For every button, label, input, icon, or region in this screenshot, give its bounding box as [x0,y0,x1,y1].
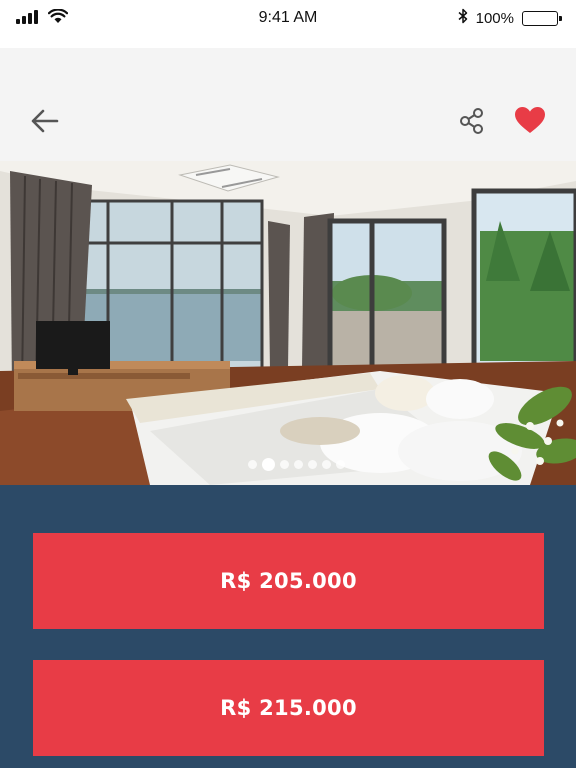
share-button[interactable] [456,104,488,138]
top-nav [0,48,576,161]
gallery-dot-1[interactable] [247,460,257,469]
status-right: 100% [458,8,562,28]
bluetooth-icon [458,8,468,28]
battery-icon [522,10,562,26]
favorite-button[interactable] [512,103,548,137]
gallery-dot-5[interactable] [307,460,317,469]
price-section: R$ 205.000 R$ 215.000 [0,485,576,768]
back-button[interactable] [28,104,62,138]
property-photo-gallery[interactable] [0,161,576,485]
status-bar: 9:41 AM 100% [0,0,576,48]
gallery-dot-2-active[interactable] [261,458,275,471]
heart-icon [515,107,545,133]
bedroom-photo [0,161,576,485]
gallery-dot-3[interactable] [279,460,289,469]
gallery-dot-6[interactable] [321,460,331,469]
back-arrow-icon [31,109,59,133]
gallery-dot-4[interactable] [293,460,303,469]
price-button-2[interactable]: R$ 215.000 [33,660,544,756]
gallery-dot-7[interactable] [335,460,345,469]
price-button-1[interactable]: R$ 205.000 [33,533,544,629]
gallery-pagination [0,458,576,471]
battery-percentage: 100% [475,9,514,27]
share-icon [460,108,483,134]
